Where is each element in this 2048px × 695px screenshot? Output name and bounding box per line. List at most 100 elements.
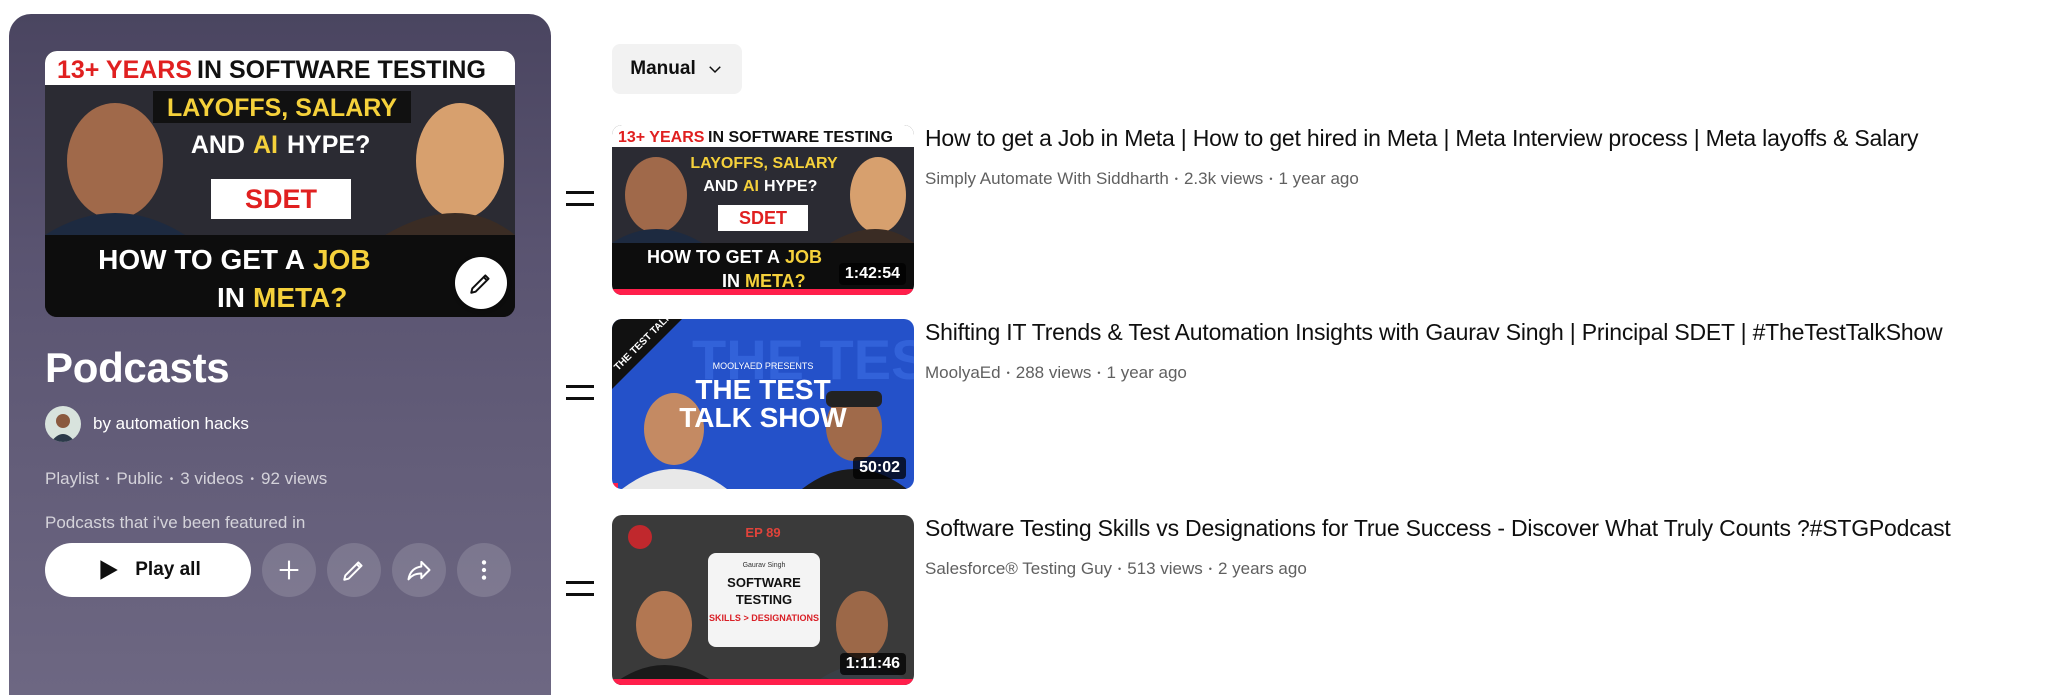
playlist-actions: Play all — [45, 543, 511, 597]
owner-avatar — [45, 406, 81, 442]
thumb1-badge: SDET — [739, 208, 787, 228]
edit-thumbnail-button[interactable] — [455, 257, 507, 309]
video-thumbnail[interactable]: EP 89 Gaurav Singh SOFTWARE TESTING SKIL… — [612, 515, 914, 685]
meta-separator: • — [1269, 174, 1273, 184]
meta-type: Playlist — [45, 469, 99, 488]
hero-line5-pre: IN — [217, 282, 245, 313]
thumb3-line2: TESTING — [736, 592, 792, 607]
thumb2-presents: MOOLYAED PRESENTS — [713, 361, 814, 371]
thumb1-line4-hl: JOB — [785, 247, 822, 267]
sort-dropdown[interactable]: Manual — [612, 44, 742, 94]
video-channel[interactable]: Simply Automate With Siddharth — [925, 169, 1169, 189]
thumb2-line2: TALK SHOW — [679, 402, 847, 433]
avatar-image — [51, 414, 75, 442]
meta-separator: • — [1208, 564, 1212, 574]
playlist-meta: Playlist • Public • 3 videos • 92 views — [45, 469, 327, 489]
playlist-header-panel: 13+ YEARS IN SOFTWARE TESTING LAYOFFS, S… — [9, 14, 551, 695]
thumb1-line4-pre: HOW TO GET A — [647, 247, 780, 267]
video-channel[interactable]: MoolyaEd — [925, 363, 1001, 383]
hero-line4-hl: JOB — [313, 244, 371, 275]
meta-separator: • — [1006, 368, 1010, 378]
thumb3-line3: SKILLS > DESIGNATIONS — [709, 613, 819, 623]
thumb3-ep: EP 89 — [745, 525, 780, 540]
video-duration: 1:11:46 — [839, 653, 906, 675]
play-all-button[interactable]: Play all — [45, 543, 251, 597]
chevron-down-icon — [708, 66, 721, 74]
video-age: 2 years ago — [1217, 559, 1307, 578]
hero-line3-pre: AND — [191, 131, 245, 159]
video-thumbnail[interactable]: 13+ YEARS IN SOFTWARE TESTING LAYOFFS, S… — [612, 125, 914, 295]
video-meta: Salesforce® Testing Guy • 513 views • 2 … — [925, 559, 1307, 579]
thumb2-line1: THE TEST — [695, 374, 830, 405]
video-meta: Simply Automate With Siddharth • 2.3k vi… — [925, 169, 1359, 189]
video-views: 2.3k views — [1183, 169, 1264, 188]
hero-line2: LAYOFFS, SALARY — [167, 94, 397, 122]
edit-playlist-button[interactable] — [327, 543, 381, 597]
playlist-thumbnail-art: 13+ YEARS IN SOFTWARE TESTING LAYOFFS, S… — [45, 51, 515, 317]
watch-progress-bar — [612, 483, 619, 489]
thumb1-line1-rest: IN SOFTWARE TESTING — [708, 129, 893, 146]
thumb1-line3-post: HYPE? — [764, 178, 817, 195]
more-actions-button[interactable] — [457, 543, 511, 597]
thumb1-line2: LAYOFFS, SALARY — [690, 155, 838, 172]
meta-separator: • — [1174, 174, 1178, 184]
pencil-icon — [343, 561, 363, 581]
meta-separator: • — [1118, 564, 1122, 574]
playlist-video-item[interactable]: 13+ YEARS IN SOFTWARE TESTING LAYOFFS, S… — [566, 125, 2046, 297]
playlist-video-item[interactable]: THE TEST THE TEST TALK SHOW MOOLYAED PRE… — [566, 319, 2046, 491]
sort-label: Manual — [630, 58, 696, 79]
meta-separator: • — [105, 473, 110, 485]
video-title[interactable]: Shifting IT Trends & Test Automation Ins… — [925, 319, 1943, 346]
pencil-icon — [470, 274, 490, 294]
save-playlist-button[interactable] — [262, 543, 316, 597]
thumb1-line5-pre: IN — [722, 271, 740, 291]
playlist-video-item[interactable]: EP 89 Gaurav Singh SOFTWARE TESTING SKIL… — [566, 515, 2046, 687]
thumb1-line1-red: 13+ YEARS — [618, 129, 705, 146]
share-playlist-button[interactable] — [392, 543, 446, 597]
watch-progress-bar — [612, 289, 914, 295]
thumb1-line3-hl: AI — [743, 178, 759, 195]
drag-handle-icon[interactable] — [566, 191, 598, 219]
thumb1-line3-pre: AND — [703, 178, 738, 195]
meta-separator: • — [250, 473, 255, 485]
share-icon — [407, 560, 431, 581]
video-duration: 1:42:54 — [838, 263, 906, 285]
thumb3-host: Gaurav Singh — [743, 562, 786, 569]
video-views: 288 views — [1015, 363, 1092, 382]
watch-progress-bar — [612, 679, 914, 685]
owner-name[interactable]: by automation hacks — [93, 414, 249, 434]
playlist-title[interactable]: Podcasts — [45, 344, 230, 392]
drag-handle-icon[interactable] — [566, 385, 598, 413]
hero-line5-hl: META? — [253, 282, 347, 313]
video-meta: MoolyaEd • 288 views • 1 year ago — [925, 363, 1187, 383]
meta-visibility[interactable]: Public — [116, 469, 162, 489]
playlist-description[interactable]: Podcasts that i've been featured in — [45, 513, 305, 533]
more-vertical-icon — [481, 560, 487, 580]
video-duration: 50:02 — [853, 457, 906, 479]
hero-line3-post: HYPE? — [287, 131, 370, 159]
video-thumbnail[interactable]: THE TEST THE TEST TALK SHOW MOOLYAED PRE… — [612, 319, 914, 489]
playlist-owner[interactable]: by automation hacks — [45, 406, 249, 442]
play-icon — [100, 560, 118, 580]
video-age: 1 year ago — [1106, 363, 1187, 382]
meta-view-count: 92 views — [261, 469, 328, 488]
hero-badge: SDET — [245, 184, 318, 214]
hero-line1-rest: IN SOFTWARE TESTING — [197, 56, 486, 84]
meta-separator: • — [169, 473, 174, 485]
thumb1-line5-hl: META? — [745, 271, 806, 291]
drag-handle-icon[interactable] — [566, 581, 598, 609]
hero-line3-hl: AI — [253, 131, 278, 159]
hero-line1-red: 13+ YEARS — [57, 56, 192, 84]
video-age: 1 year ago — [1278, 169, 1359, 188]
hero-line4-pre: HOW TO GET A — [98, 244, 305, 275]
video-channel[interactable]: Salesforce® Testing Guy — [925, 559, 1112, 579]
play-all-label: Play all — [135, 559, 201, 580]
video-title[interactable]: Software Testing Skills vs Designations … — [925, 515, 1951, 542]
thumb3-line1: SOFTWARE — [727, 575, 801, 590]
video-views: 513 views — [1127, 559, 1203, 578]
video-title[interactable]: How to get a Job in Meta | How to get hi… — [925, 125, 1919, 152]
meta-video-count: 3 videos — [180, 469, 244, 488]
meta-separator: • — [1097, 368, 1101, 378]
plus-icon — [279, 560, 299, 580]
playlist-thumbnail[interactable]: 13+ YEARS IN SOFTWARE TESTING LAYOFFS, S… — [45, 51, 515, 317]
